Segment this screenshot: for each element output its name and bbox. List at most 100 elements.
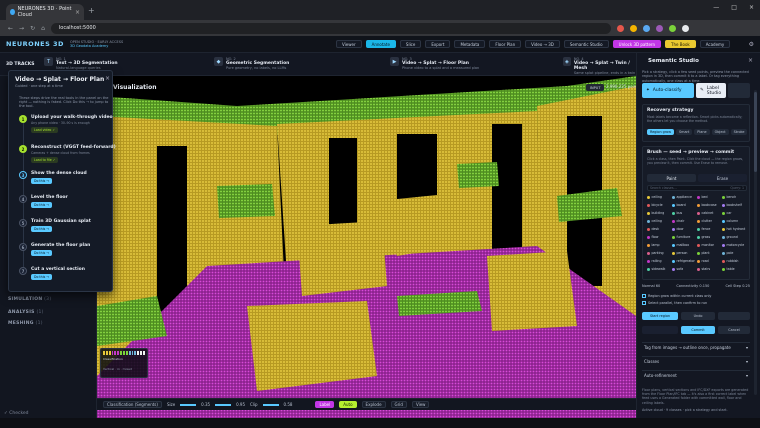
class-item[interactable]: mailbox <box>672 243 689 247</box>
grid-button[interactable]: Grid <box>390 401 407 408</box>
color-mode-select[interactable]: Classification (Segments) <box>103 401 162 408</box>
step-action-button[interactable]: Load to file ✓ <box>31 157 59 163</box>
class-item[interactable]: sidewalk <box>647 267 665 271</box>
input-chip[interactable]: INPUT <box>586 84 605 91</box>
class-item[interactable]: appliance <box>672 195 692 199</box>
class-item[interactable]: grass <box>697 235 710 239</box>
class-item[interactable]: railing <box>647 259 661 263</box>
class-item[interactable]: lamp <box>647 243 659 247</box>
collapsible-tag-from-images[interactable]: Tag from images → outline once, propagat… <box>642 342 750 351</box>
class-item[interactable]: board <box>672 203 686 207</box>
toolbar-button-export[interactable]: Export <box>425 40 451 48</box>
brand-logo[interactable]: NEURONES 3D <box>6 40 64 48</box>
class-item[interactable]: monitor <box>697 243 714 247</box>
checkbox[interactable] <box>642 301 646 305</box>
size-slider[interactable] <box>180 403 197 406</box>
step-action-button[interactable]: Do this → <box>31 178 52 184</box>
url-field[interactable]: localhost:5000 <box>50 22 611 34</box>
class-item[interactable]: plant <box>697 251 710 255</box>
close-icon[interactable]: × <box>748 57 753 64</box>
strategy-chip-stroke[interactable]: Stroke <box>730 129 748 135</box>
undo-button[interactable]: Undo <box>681 312 715 320</box>
label-button[interactable]: Label <box>315 401 335 408</box>
class-item[interactable]: chair <box>672 219 684 223</box>
start-region-button[interactable]: Start region <box>642 312 678 320</box>
sidebar-section-analysis[interactable]: ANALYSIS (1) <box>8 310 44 315</box>
action-blank-button[interactable] <box>718 312 750 320</box>
class-item[interactable]: bookcase <box>697 203 717 207</box>
toolbar-button-semantic-studio[interactable]: Semantic Studio <box>563 40 609 48</box>
class-item[interactable]: table <box>722 267 735 271</box>
profile-avatar[interactable] <box>681 24 689 32</box>
extension-icon[interactable] <box>668 24 676 32</box>
home-icon[interactable]: ⌂ <box>41 25 45 32</box>
class-item[interactable]: refrigerator <box>672 259 695 263</box>
tab-close-icon[interactable]: × <box>75 9 80 16</box>
strategy-chip-region-grow[interactable]: Region grow <box>647 129 675 135</box>
checked-status[interactable]: ✓ Checked <box>4 411 29 416</box>
class-item[interactable]: desk <box>647 227 659 231</box>
sidebar-section-simulation[interactable]: SIMULATION (3) <box>8 297 51 302</box>
toolbar-button-academy[interactable]: Academy <box>699 40 731 48</box>
toolbar-button-metadata[interactable]: Metadata <box>454 40 486 48</box>
class-item[interactable]: pole <box>722 251 733 255</box>
class-item[interactable]: parking <box>647 251 664 255</box>
toolbar-button-the-book[interactable]: The Book <box>665 40 696 48</box>
track-card-2[interactable]: ◆ NO. 2 Geometric Segmentation Pure geomet… <box>214 57 289 73</box>
view-button[interactable]: View <box>411 401 430 408</box>
toolbar-button-viewer[interactable]: Viewer <box>336 40 362 48</box>
class-item[interactable]: ceiling <box>647 195 662 199</box>
extension-icon[interactable] <box>629 24 637 32</box>
strategy-chip-object[interactable]: Object <box>711 129 729 135</box>
class-item[interactable]: ceiling <box>647 219 662 223</box>
class-item[interactable]: road <box>697 259 709 263</box>
strategy-chip-smart[interactable]: Smart <box>676 129 693 135</box>
commit-button-left[interactable] <box>642 326 678 334</box>
class-item[interactable]: bed <box>697 195 708 199</box>
class-item[interactable]: car <box>722 211 732 215</box>
class-item[interactable]: ground <box>722 235 738 239</box>
step-action-button[interactable]: Load video ✓ <box>31 127 59 133</box>
cancel-button[interactable]: Cancel <box>718 326 750 334</box>
paint-button[interactable]: Paint <box>647 174 696 182</box>
opacity-slider[interactable] <box>215 403 232 406</box>
minimize-button[interactable]: — <box>713 4 719 11</box>
toolbar-button-unlock-3d-pattern[interactable]: Unlock 3D pattern <box>612 40 662 48</box>
more-modes-button[interactable] <box>728 83 750 98</box>
step-action-button[interactable]: Do this → <box>31 202 52 208</box>
auto-button[interactable]: Auto <box>339 401 357 408</box>
class-item[interactable]: rubbish <box>722 259 738 263</box>
toolbar-button-video-3d[interactable]: Video → 3D <box>525 40 560 48</box>
step-action-button[interactable]: Do this → <box>31 274 52 280</box>
extension-icon[interactable] <box>616 24 624 32</box>
class-item[interactable]: bookshelf <box>722 203 742 207</box>
step-action-button[interactable]: Do this → <box>31 250 52 256</box>
class-item[interactable]: bicycle <box>647 203 663 207</box>
check-region-grow[interactable]: Region grow within current class only <box>642 294 711 298</box>
cell-step-param[interactable]: Cell Step 0.25 <box>725 284 750 288</box>
class-item[interactable]: person <box>672 251 687 255</box>
browser-tab[interactable]: NEURONES 3D · Point Cloud × <box>6 4 84 20</box>
clip-slider[interactable] <box>262 403 279 406</box>
close-icon[interactable]: × <box>105 75 110 82</box>
connectivity-param[interactable]: Connectivity 0.150 <box>676 284 709 288</box>
collapsible-auto-refinement[interactable]: Auto-refinement ▾ <box>642 370 750 379</box>
explode-button[interactable]: Explode <box>361 401 386 408</box>
panel-scroll-thumb[interactable] <box>754 92 757 172</box>
step-action-button[interactable]: Do this → <box>31 226 52 232</box>
class-item[interactable]: cabinet <box>697 211 713 215</box>
class-item[interactable]: stairs <box>697 267 710 271</box>
class-item[interactable]: motorcycle <box>722 243 744 247</box>
close-window-button[interactable]: × <box>749 4 754 11</box>
class-item[interactable]: hot hydrant <box>722 227 745 231</box>
label-studio-button[interactable]: ✎ Label Studio <box>696 83 726 98</box>
collapsible-classes[interactable]: Classes ▾ <box>642 356 750 365</box>
class-item[interactable]: bus <box>672 211 682 215</box>
forward-icon[interactable]: → <box>19 25 24 32</box>
toolbar-button-floor-plan[interactable]: Floor Plan <box>489 40 522 48</box>
maximize-button[interactable]: □ <box>731 4 737 11</box>
class-item[interactable]: building <box>647 211 664 215</box>
erase-button[interactable]: Erase <box>698 174 747 182</box>
class-item[interactable]: column <box>722 219 738 223</box>
class-item[interactable]: fence <box>697 227 710 231</box>
